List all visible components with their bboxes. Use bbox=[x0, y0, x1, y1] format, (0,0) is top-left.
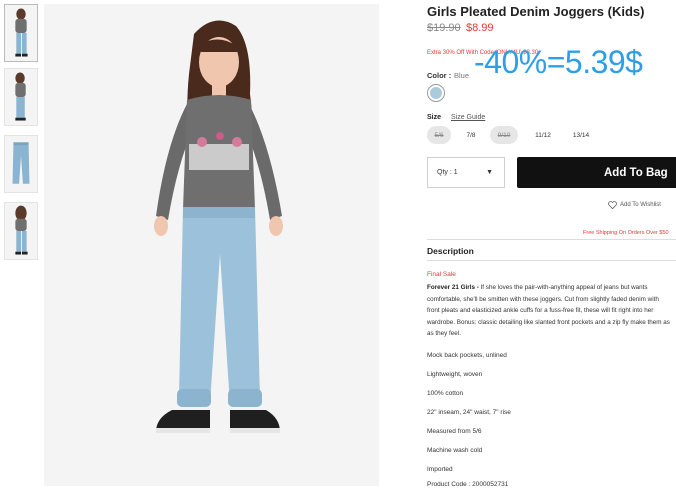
detail-item: 22" inseam, 24" waist, 7" rise bbox=[427, 409, 511, 416]
description-line: comfortable, she'll be smitten with thes… bbox=[427, 295, 659, 303]
divider bbox=[427, 260, 676, 261]
detail-item: Imported bbox=[427, 466, 453, 473]
detail-item: Measured from 5/6 bbox=[427, 428, 482, 435]
color-swatch-blue[interactable] bbox=[427, 84, 445, 102]
chevron-down-icon: ▼ bbox=[486, 169, 493, 176]
detail-item: Mock back pockets, unlined bbox=[427, 352, 507, 359]
thumbnail-pants-flat-image bbox=[5, 136, 37, 192]
thumbnail-girl-side-image bbox=[5, 69, 37, 125]
swatch-fill bbox=[430, 87, 442, 99]
size-option-5-6[interactable]: 5/6 bbox=[427, 126, 451, 144]
size-label: Size bbox=[427, 114, 442, 121]
detail-item: Product Code : 2000052731 bbox=[427, 481, 509, 488]
description-heading[interactable]: Description bbox=[427, 246, 474, 256]
size-option-11-12[interactable]: 11/12 bbox=[528, 126, 558, 144]
add-to-bag-button[interactable]: Add To Bag bbox=[517, 157, 676, 188]
description-line: front pleats and elasticized ankle cuffs… bbox=[427, 307, 654, 314]
product-title: Girls Pleated Denim Joggers (Kids) bbox=[427, 4, 645, 19]
description-line: wardrobe. Bonus: classic detailing like … bbox=[427, 318, 670, 326]
detail-item: Machine wash cold bbox=[427, 447, 483, 454]
size-option-7-8[interactable]: 7/8 bbox=[459, 126, 483, 144]
detail-item: Lightweight, woven bbox=[427, 371, 483, 378]
thumbnail-2[interactable] bbox=[4, 68, 38, 126]
discount-annotation: -40%=5.39$ bbox=[474, 44, 643, 80]
thumbnail-girl-front-image bbox=[5, 5, 37, 61]
description-line: as they feel. bbox=[427, 330, 461, 337]
add-to-wishlist-link[interactable]: Add To Wishlist bbox=[608, 201, 661, 209]
size-option-13-14[interactable]: 13/14 bbox=[566, 126, 596, 144]
quantity-value: Qty : 1 bbox=[437, 169, 458, 176]
free-shipping-notice: Free Shipping On Orders Over $50 bbox=[583, 230, 669, 236]
main-product-image[interactable] bbox=[44, 4, 379, 486]
brand-name: Forever 21 Girls - bbox=[427, 284, 479, 291]
heart-icon bbox=[608, 201, 617, 209]
divider bbox=[427, 239, 676, 240]
quantity-select[interactable]: Qty : 1 ▼ bbox=[427, 157, 505, 188]
size-guide-link[interactable]: Size Guide bbox=[451, 114, 485, 121]
thumbnail-3[interactable] bbox=[4, 135, 38, 193]
sale-price: $8.99 bbox=[466, 22, 494, 34]
size-option-9-10[interactable]: 9/10 bbox=[490, 126, 518, 144]
thumbnail-4[interactable] bbox=[4, 202, 38, 260]
original-price: $19.90 bbox=[427, 22, 461, 34]
girl-wearing-joggers-image bbox=[44, 4, 379, 486]
wishlist-label: Add To Wishlist bbox=[620, 202, 661, 208]
final-sale-label: Final Sale bbox=[427, 271, 456, 278]
description-line: Forever 21 Girls - If she loves the pair… bbox=[427, 284, 648, 291]
thumbnail-1[interactable] bbox=[4, 4, 38, 62]
thumbnail-girl-back-image bbox=[5, 203, 37, 259]
detail-item: 100% cotton bbox=[427, 390, 464, 397]
color-label: Color : bbox=[427, 71, 452, 80]
color-value: Blue bbox=[454, 71, 470, 80]
description-body: Forever 21 Girls - If she loves the pair… bbox=[427, 282, 676, 340]
